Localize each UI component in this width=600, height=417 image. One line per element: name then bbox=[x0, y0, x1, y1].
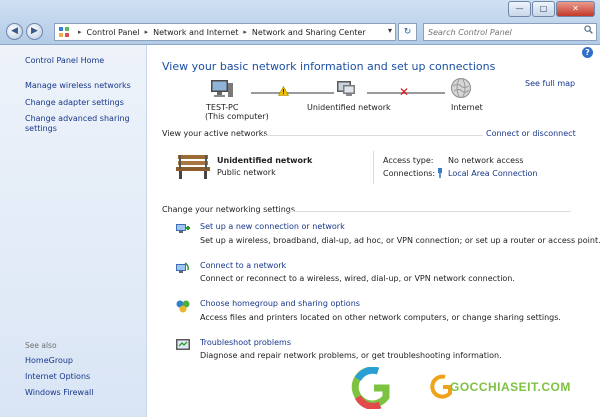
main-content: View your basic network information and … bbox=[147, 45, 600, 417]
address-bar[interactable]: ▸ Control Panel ▸ Network and Internet ▸… bbox=[54, 23, 396, 41]
task-connect-network-desc: Connect or reconnect to a wireless, wire… bbox=[200, 274, 515, 283]
breadcrumb-separator: ▸ bbox=[78, 28, 82, 36]
ethernet-connection-icon bbox=[436, 168, 444, 178]
task-troubleshoot-desc: Diagnose and repair network problems, or… bbox=[200, 351, 502, 360]
change-settings-heading: Change your networking settings bbox=[162, 205, 296, 214]
breadcrumb-network-sharing[interactable]: Network and Sharing Center bbox=[252, 28, 366, 37]
task-setup-connection-link[interactable]: Set up a new connection or network bbox=[200, 222, 345, 231]
control-panel-icon bbox=[59, 27, 69, 37]
homegroup-icon bbox=[175, 299, 191, 313]
sidebar-item-windows-firewall[interactable]: Windows Firewall bbox=[25, 388, 93, 397]
divider bbox=[289, 211, 571, 212]
maximize-button[interactable]: □ bbox=[532, 1, 555, 17]
vertical-divider bbox=[373, 151, 374, 184]
breadcrumb-separator[interactable]: ▸ bbox=[145, 28, 149, 36]
local-area-connection-link[interactable]: Local Area Connection bbox=[448, 169, 538, 178]
troubleshoot-icon bbox=[175, 338, 191, 352]
sidebar-item-advanced-sharing[interactable]: Change advanced sharing bbox=[25, 114, 130, 123]
sidebar-item-homegroup[interactable]: HomeGroup bbox=[25, 356, 73, 365]
window-controls: — □ ✕ bbox=[507, 1, 595, 17]
breadcrumb-control-panel[interactable]: Control Panel bbox=[87, 28, 140, 37]
breadcrumb-network-internet[interactable]: Network and Internet bbox=[153, 28, 238, 37]
unidentified-network-icon[interactable] bbox=[332, 78, 362, 102]
sidebar: Control Panel Home Manage wireless netwo… bbox=[0, 45, 147, 417]
internet-globe-icon[interactable] bbox=[449, 77, 473, 101]
this-computer-icon[interactable] bbox=[205, 78, 239, 104]
search-box[interactable] bbox=[423, 23, 597, 41]
warning-icon bbox=[277, 85, 290, 96]
park-bench-icon[interactable] bbox=[175, 151, 211, 181]
forward-button[interactable]: ▶ bbox=[26, 23, 43, 40]
page-title: View your basic network information and … bbox=[162, 60, 496, 73]
title-bar: — □ ✕ ◀ ▶ ▸ Control Panel ▸ Network and … bbox=[0, 0, 600, 45]
address-dropdown-icon[interactable]: ▾ bbox=[388, 26, 392, 35]
access-type-value: No network access bbox=[448, 156, 524, 165]
close-button[interactable]: ✕ bbox=[556, 1, 595, 17]
access-type-label: Access type: bbox=[383, 156, 434, 165]
see-full-map-link[interactable]: See full map bbox=[525, 79, 575, 88]
this-computer-sub: (This computer) bbox=[205, 112, 269, 121]
this-computer-name: TEST-PC bbox=[206, 103, 239, 112]
connect-network-icon bbox=[175, 261, 191, 275]
task-homegroup-desc: Access files and printers located on oth… bbox=[200, 313, 561, 322]
task-connect-network-link[interactable]: Connect to a network bbox=[200, 261, 286, 270]
sidebar-item-internet-options[interactable]: Internet Options bbox=[25, 372, 90, 381]
divider bbox=[265, 135, 483, 136]
unidentified-network-map-label: Unidentified network bbox=[307, 103, 391, 112]
watermark-logo: GOCCHIASEIT.COM bbox=[350, 366, 580, 410]
connections-label: Connections: bbox=[383, 169, 436, 178]
sidebar-item-change-adapter[interactable]: Change adapter settings bbox=[25, 98, 124, 107]
active-network-name: Unidentified network bbox=[217, 156, 313, 165]
minimize-button[interactable]: — bbox=[508, 1, 531, 17]
internet-map-label: Internet bbox=[451, 103, 483, 112]
back-button[interactable]: ◀ bbox=[6, 23, 23, 40]
search-input[interactable] bbox=[424, 24, 578, 39]
sidebar-item-manage-wireless[interactable]: Manage wireless networks bbox=[25, 81, 131, 90]
see-also-heading: See also bbox=[25, 341, 57, 350]
active-networks-heading: View your active networks bbox=[162, 129, 268, 138]
task-troubleshoot-link[interactable]: Troubleshoot problems bbox=[200, 338, 291, 347]
task-setup-connection-desc: Set up a wireless, broadband, dial-up, a… bbox=[200, 236, 600, 245]
sidebar-item-advanced-sharing-settings[interactable]: settings bbox=[25, 124, 57, 133]
breadcrumb-separator[interactable]: ▸ bbox=[243, 28, 247, 36]
refresh-button[interactable]: ↻ bbox=[398, 23, 417, 41]
connect-or-disconnect-link[interactable]: Connect or disconnect bbox=[486, 129, 576, 138]
watermark-text: GOCCHIASEIT.COM bbox=[450, 380, 571, 394]
new-connection-icon bbox=[175, 222, 191, 236]
no-connection-x-icon: ✕ bbox=[399, 85, 410, 99]
task-homegroup-link[interactable]: Choose homegroup and sharing options bbox=[200, 299, 360, 308]
sidebar-item-control-panel-home[interactable]: Control Panel Home bbox=[25, 56, 104, 65]
search-icon[interactable] bbox=[584, 25, 593, 37]
map-connector-line bbox=[251, 92, 334, 94]
network-type-link[interactable]: Public network bbox=[217, 168, 276, 177]
